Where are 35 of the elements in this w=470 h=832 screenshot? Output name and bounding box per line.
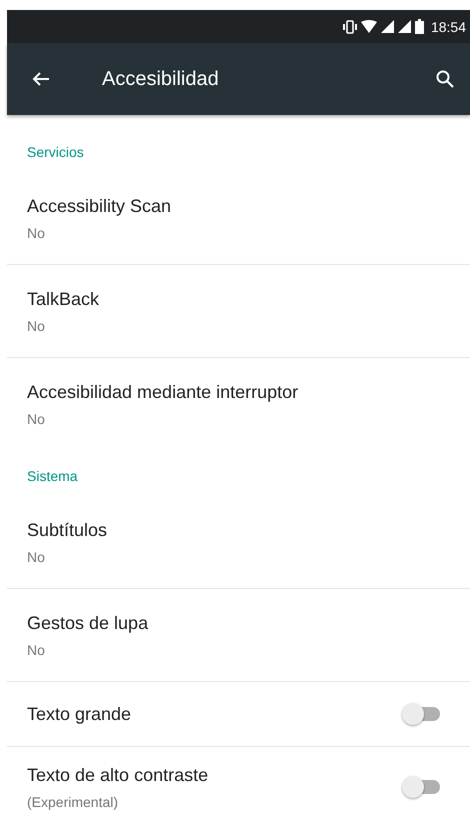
item-summary: No [27,548,46,564]
settings-item[interactable]: Accessibility Scan No [7,172,470,265]
vibrate-icon [342,20,357,34]
settings-item[interactable]: TalkBack No [7,265,470,358]
search-button[interactable] [436,70,454,88]
item-title: Subtítulos [27,520,108,540]
toggle-switch[interactable] [402,702,440,726]
clock-time: 18:54 [430,18,466,34]
item-summary: No [27,411,46,427]
section-header: Sistema [26,467,79,486]
wifi-icon [360,20,377,33]
item-summary: No [27,318,46,334]
settings-item[interactable]: Texto de alto contraste (Experimental) [7,747,470,827]
item-title: Accesibilidad mediante interruptor [27,382,300,403]
back-arrow-icon [32,71,50,87]
item-title: Texto grande [27,704,132,724]
toggle-switch[interactable] [402,775,440,799]
item-title: Texto de alto contraste [27,764,210,786]
settings-item[interactable]: Accesibilidad mediante interruptor No [7,358,470,451]
signal-icon [398,20,411,33]
settings-item[interactable]: Subtítulos No [7,496,470,589]
item-title: TalkBack [27,288,100,310]
item-title: Accessibility Scan [27,196,172,216]
search-icon [436,70,454,88]
item-summary: No [27,642,46,658]
battery-icon [414,19,424,34]
item-summary: No [27,224,46,240]
item-title: Gestos de lupa [27,612,150,634]
screen-title: Accesibilidad [102,68,220,90]
item-summary: (Experimental) [27,794,120,810]
section-header: Servicios [26,143,85,162]
signal-icon [380,20,394,33]
settings-item[interactable]: Gestos de lupa No [7,589,470,682]
settings-item[interactable]: Texto grande [7,682,470,747]
back-button[interactable] [32,71,50,87]
